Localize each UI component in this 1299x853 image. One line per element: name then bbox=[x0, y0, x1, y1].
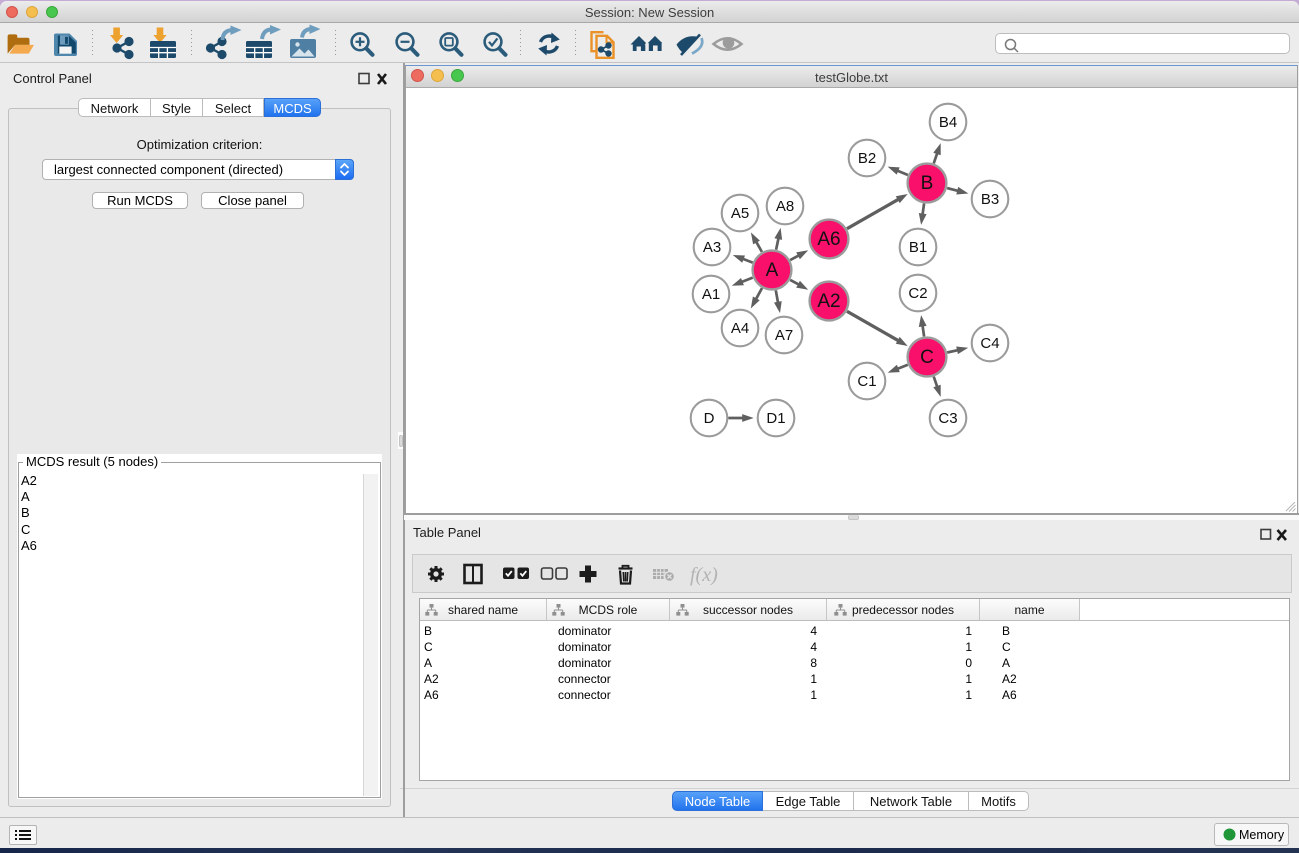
svg-text:B1: B1 bbox=[909, 239, 927, 256]
svg-text:C1: C1 bbox=[857, 373, 876, 390]
svg-text:B: B bbox=[921, 173, 934, 194]
svg-text:D: D bbox=[704, 410, 715, 427]
svg-text:C: C bbox=[920, 347, 934, 368]
svg-text:B2: B2 bbox=[858, 150, 876, 167]
svg-text:C3: C3 bbox=[938, 410, 957, 427]
svg-text:A7: A7 bbox=[775, 327, 793, 344]
svg-text:D1: D1 bbox=[766, 410, 785, 427]
svg-text:B4: B4 bbox=[939, 114, 957, 131]
svg-text:A3: A3 bbox=[703, 239, 721, 256]
svg-text:A8: A8 bbox=[776, 198, 794, 215]
svg-text:A4: A4 bbox=[731, 320, 749, 337]
svg-text:A6: A6 bbox=[817, 229, 840, 250]
svg-text:C4: C4 bbox=[980, 335, 999, 352]
svg-text:B3: B3 bbox=[981, 191, 999, 208]
svg-text:A2: A2 bbox=[817, 291, 840, 312]
svg-text:A: A bbox=[766, 260, 779, 281]
svg-text:f(x): f(x) bbox=[690, 564, 718, 586]
svg-text:A5: A5 bbox=[731, 205, 749, 222]
svg-text:A1: A1 bbox=[702, 286, 720, 303]
svg-text:C2: C2 bbox=[908, 285, 927, 302]
